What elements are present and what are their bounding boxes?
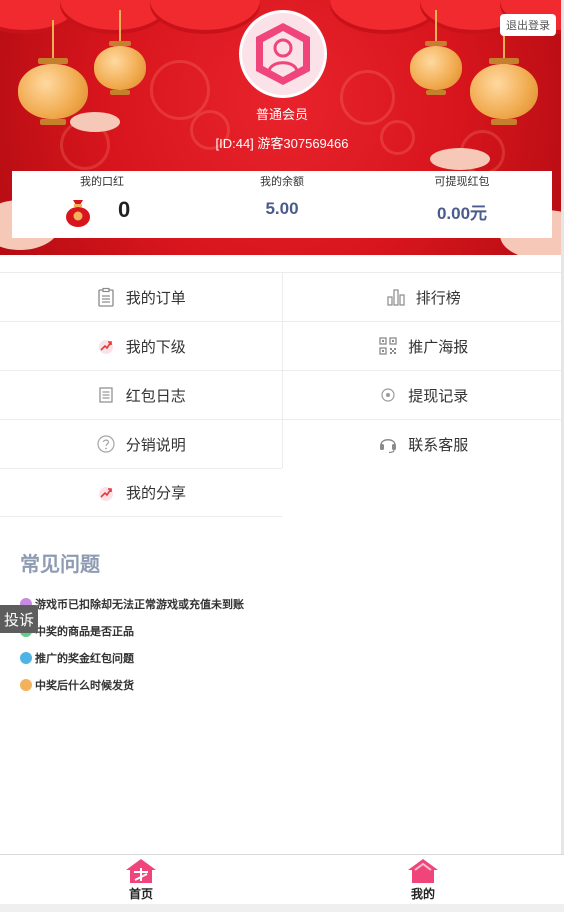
curtain-decoration — [150, 0, 260, 30]
menu-item-withdraw-records[interactable]: 提现记录 — [281, 371, 564, 419]
faq-question: 中奖的商品是否正品 — [35, 625, 134, 638]
stat-red-packet[interactable]: 可提现红包 0.00元 — [372, 171, 552, 238]
user-avatar-icon — [256, 23, 310, 85]
qr-code-icon — [379, 337, 397, 355]
stats-card: 我的口红 0 我的余额 5.00 可提现红包 0.00元 — [12, 171, 552, 238]
header-banner: 退出登录 普通会员 [ID:44] 游客307569466 我的口红 0 我的余… — [0, 0, 564, 255]
stat-balance-value: 5.00 — [265, 199, 299, 218]
member-level: 普通会员 — [255, 107, 308, 122]
faq-question: 中奖后什么时候发货 — [35, 679, 134, 692]
nav-home-label: 首页 — [128, 886, 153, 901]
headset-icon — [380, 439, 397, 454]
faq-title: 常见问题 — [20, 554, 100, 576]
lantern-decoration — [410, 10, 462, 100]
menu-item-distribution-info[interactable]: 分销说明 — [0, 420, 282, 468]
complaint-button[interactable]: 投诉 — [0, 605, 38, 633]
nav-home[interactable]: 首页 — [0, 855, 282, 904]
menu-item-ranking[interactable]: 排行榜 — [281, 273, 564, 321]
menu-label: 我的下级 — [125, 338, 186, 356]
stat-balance-label: 我的余额 — [260, 176, 304, 188]
stat-red-packet-value: 0.00元 — [436, 204, 488, 223]
stat-lipstick[interactable]: 我的口红 0 — [12, 171, 192, 238]
stat-red-packet-label: 可提现红包 — [434, 176, 490, 188]
member-id: [ID:44] 游客307569466 — [215, 136, 349, 151]
faq-dot-icon — [20, 678, 32, 691]
faq-item[interactable]: 游戏币已扣除却无法正常游戏或充值未到账 — [20, 590, 244, 617]
help-circle-icon — [97, 435, 115, 453]
faq-item[interactable]: 中奖的商品是否正品 — [20, 617, 244, 644]
menu-label: 我的订单 — [125, 289, 186, 307]
menu-item-red-packet-log[interactable]: 红包日志 — [0, 371, 282, 419]
faq-dot-icon — [20, 651, 32, 664]
log-list-icon — [99, 387, 113, 403]
menu-item-orders[interactable]: 我的订单 — [0, 273, 282, 321]
share-arrow-icon — [98, 340, 113, 354]
stat-balance[interactable]: 我的余额 5.00 — [192, 171, 372, 238]
menu-label: 分销说明 — [125, 436, 186, 454]
home-icon — [126, 858, 156, 883]
stat-lipstick-label: 我的口红 — [80, 176, 124, 188]
menu-item-customer-service[interactable]: 联系客服 — [281, 420, 564, 468]
withdraw-coin-icon — [381, 388, 395, 402]
menu-label: 提现记录 — [408, 387, 469, 405]
nav-mine-label: 我的 — [410, 886, 435, 901]
clipboard-icon — [98, 287, 114, 307]
bottom-nav: 首页 我的 — [0, 854, 564, 904]
bottom-strip — [0, 904, 564, 912]
faq-item[interactable]: 推广的奖金红包问题 — [20, 644, 244, 671]
menu-label: 联系客服 — [408, 436, 469, 454]
bar-chart-icon — [387, 289, 405, 306]
faq-question: 推广的奖金红包问题 — [35, 652, 134, 665]
avatar[interactable] — [239, 10, 327, 98]
menu-label: 红包日志 — [125, 387, 186, 405]
lantern-decoration — [94, 10, 146, 100]
faq-list: 游戏币已扣除却无法正常游戏或充值未到账 中奖的商品是否正品 推广的奖金红包问题 … — [20, 590, 244, 698]
house-icon — [408, 858, 438, 883]
menu-item-subordinates[interactable]: 我的下级 — [0, 322, 282, 370]
menu-label: 我的分享 — [125, 485, 186, 502]
page: 退出登录 普通会员 [ID:44] 游客307569466 我的口红 0 我的余… — [0, 0, 564, 912]
menu-label: 推广海报 — [408, 338, 469, 356]
nav-mine[interactable]: 我的 — [282, 855, 564, 904]
menu-item-poster[interactable]: 推广海报 — [281, 322, 564, 370]
logout-button[interactable]: 退出登录 — [500, 14, 556, 36]
stat-lipstick-value: 0 — [118, 197, 131, 222]
menu-label: 排行榜 — [415, 289, 461, 307]
faq-item[interactable]: 中奖后什么时候发货 — [20, 671, 244, 698]
menu-grid: 我的订单 排行榜 我的下级 推广海报 红包日志 提现记录 分销说明 联系客服 我… — [0, 272, 564, 517]
menu-item-my-share[interactable]: 我的分享 — [0, 469, 282, 516]
share-arrow-icon — [98, 486, 113, 501]
faq-question: 游戏币已扣除却无法正常游戏或充值未到账 — [35, 598, 244, 611]
